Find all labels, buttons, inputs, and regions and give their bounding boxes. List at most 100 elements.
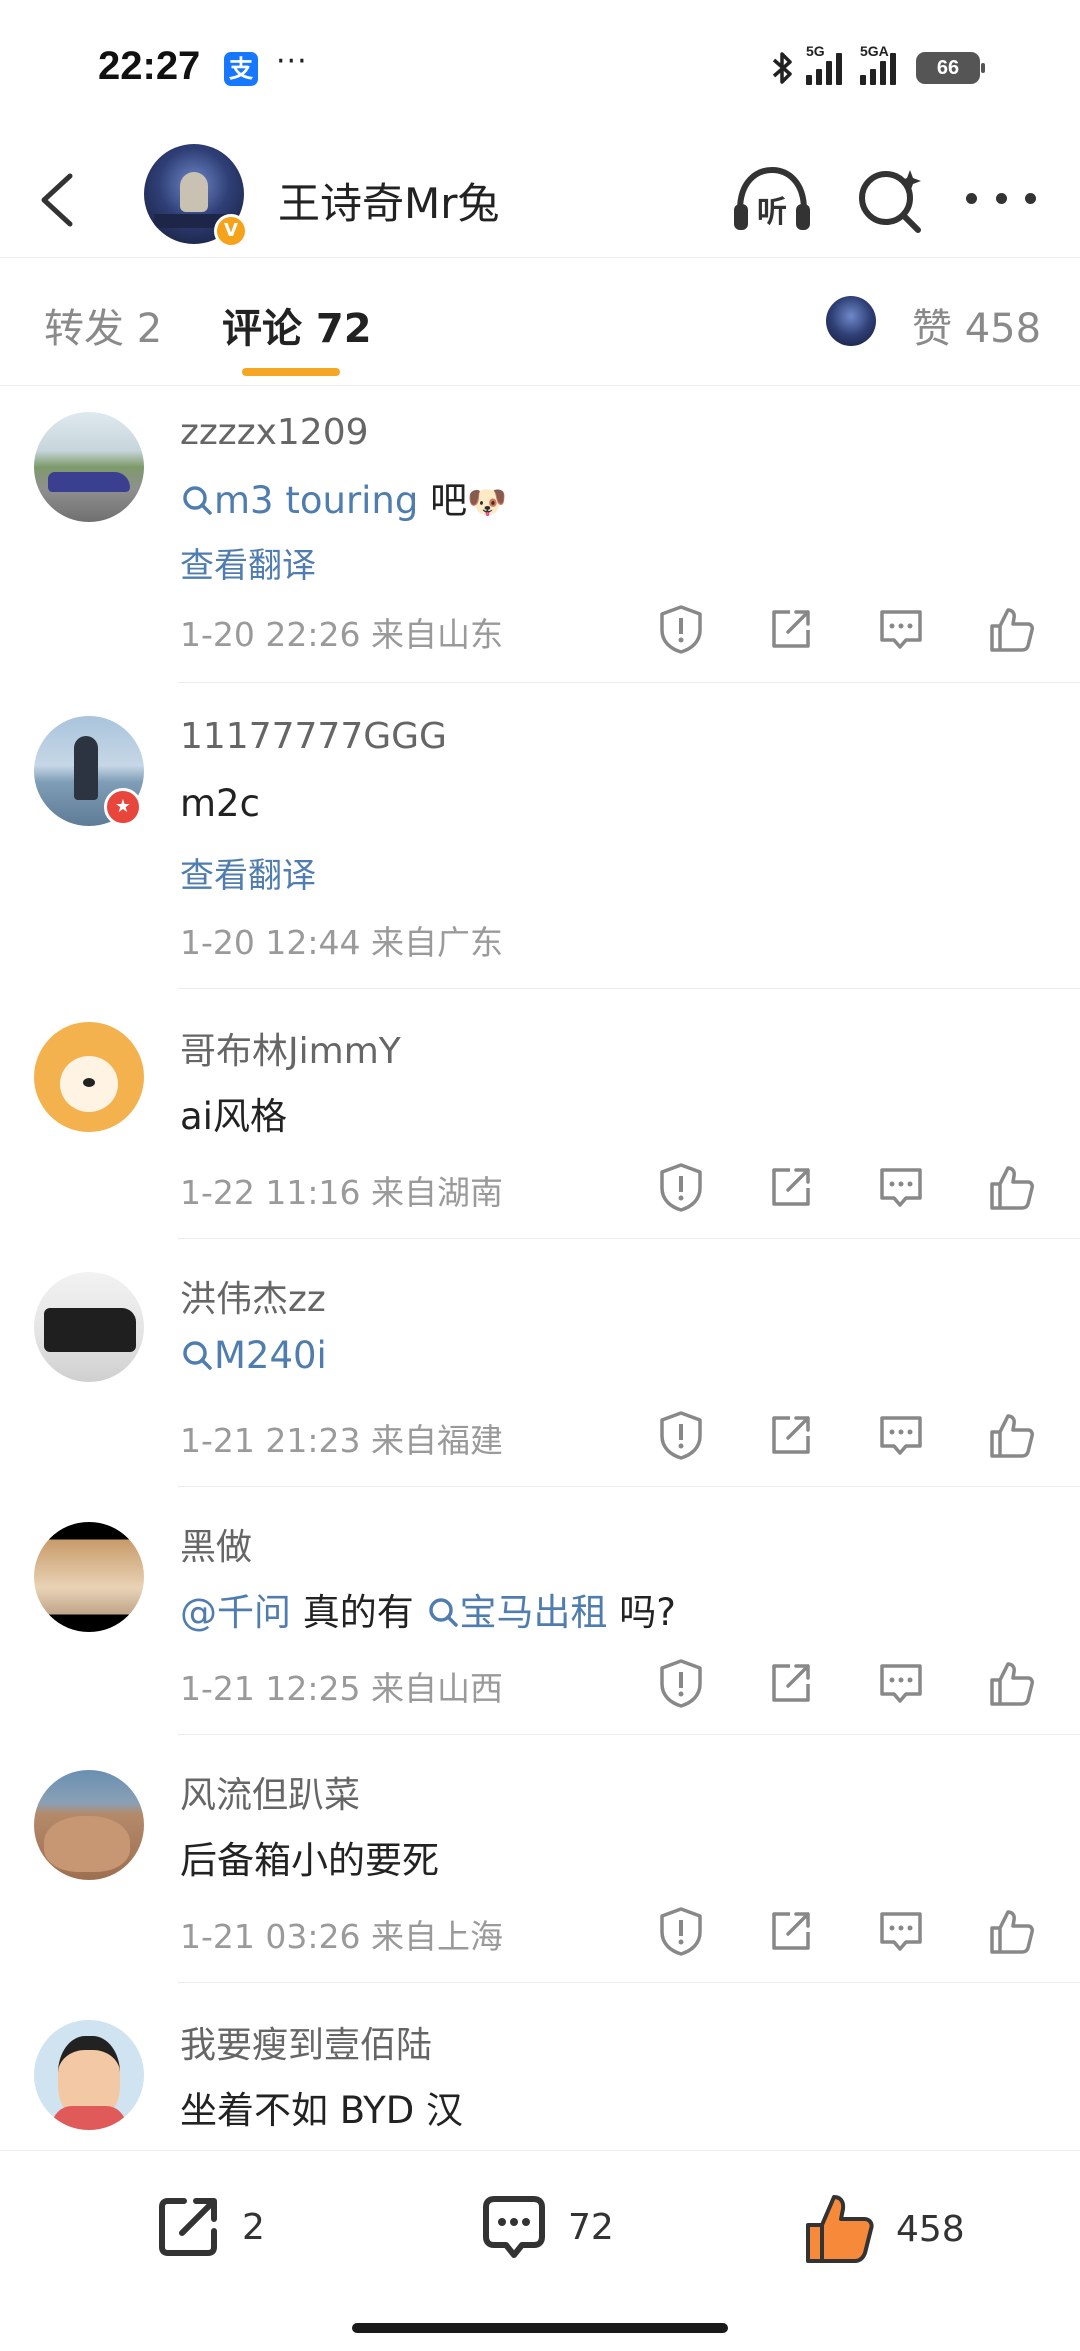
commenter-name[interactable]: 哥布林JimmY [180,1022,401,1074]
topic-search-icon [183,1341,212,1370]
share-icon[interactable] [764,1656,818,1710]
like-filled-icon [806,2195,874,2263]
tab-bar: 转发 2 评论 72 赞 458 [0,258,1080,386]
tab-comments[interactable]: 评论 72 [222,296,372,354]
commenter-avatar[interactable] [34,2020,144,2130]
topic-link[interactable]: m3 touring [214,479,418,522]
report-shield-icon[interactable] [654,1656,708,1710]
comment-item: 我要瘦到壹佰陆 坐着不如 BYD 汉 [0,1984,1080,2150]
tab-repost[interactable]: 转发 2 [44,296,162,354]
translate-link[interactable]: 查看翻译 [180,538,316,587]
comment-actions [654,1656,1038,1710]
verified-badge: V [214,214,248,248]
comment-item: 11177777GGG m2c 查看翻译 1-20 12:44 来自广东 [0,686,1080,992]
commenter-avatar[interactable] [34,1770,144,1880]
comment-meta: 1-20 22:26 来自山东 [180,615,503,654]
status-bar: 22:27 支 ··· 5G 5GA 66 [0,0,1080,140]
comment-item: 风流但趴菜 后备箱小的要死 1-21 03:26 来自上海 [0,1736,1080,1984]
search-icon[interactable] [852,162,926,236]
comment-actions [654,602,1038,656]
reply-icon[interactable] [874,602,928,656]
topic-search-icon [183,486,212,515]
reply-icon[interactable] [874,1656,928,1710]
topic-link[interactable]: 宝马出租 [460,1591,608,1634]
commenter-name[interactable]: 11177777GGG [180,716,447,757]
like-icon[interactable] [984,1408,1038,1462]
author-name[interactable]: 王诗奇Mr兔 [278,170,500,231]
repost-button[interactable]: 2 [150,2189,265,2265]
more-options-icon[interactable] [966,188,1036,208]
repost-icon [159,2198,217,2256]
clock: 22:27 [98,44,201,88]
tab-likes[interactable]: 赞 458 [912,296,1041,354]
like-icon[interactable] [984,602,1038,656]
comment-text: 后备箱小的要死 [180,1839,439,1882]
topic-link[interactable]: M240i [214,1334,327,1377]
comment-actions [654,1408,1038,1462]
report-shield-icon[interactable] [654,1408,708,1462]
bluetooth-icon [772,52,792,84]
report-shield-icon[interactable] [654,602,708,656]
like-icon[interactable] [984,1904,1038,1958]
comment-item: 哥布林JimmY ai风格 1-22 11:16 来自湖南 [0,992,1080,1240]
translate-link[interactable]: 查看翻译 [180,848,316,897]
listen-headphones-icon[interactable]: 听 [730,164,814,236]
comment-actions [654,1160,1038,1214]
comment-meta: 1-21 21:23 来自福建 [180,1421,503,1460]
comment-actions [654,1904,1038,1958]
reply-icon[interactable] [874,1160,928,1214]
share-icon[interactable] [764,1408,818,1462]
reply-icon[interactable] [874,1408,928,1462]
topic-search-icon [428,1598,458,1627]
commenter-name[interactable]: 风流但趴菜 [180,1766,360,1818]
comment-bubble-icon [483,2196,545,2258]
divider [178,1486,1080,1487]
commenter-name[interactable]: zzzzx1209 [180,412,369,453]
top-nav: V 王诗奇Mr兔 听 [0,140,1080,258]
comment-text: M240i [180,1334,327,1377]
comment-item: zzzzx1209 m3 touring 吧🐶 查看翻译 1-20 22:26 … [0,386,1080,686]
comment-meta: 1-22 11:16 来自湖南 [180,1173,503,1212]
repost-count: 2 [242,2206,265,2248]
commenter-avatar[interactable] [34,1272,144,1382]
commenter-name[interactable]: 黑做 [180,1518,252,1570]
comment-text: m2c [180,782,260,825]
report-shield-icon[interactable] [654,1160,708,1214]
comment-text-suffix: 吧 [418,479,468,522]
divider [178,988,1080,989]
signal-5ga-icon: 5GA [860,43,896,85]
comment-text: m3 touring 吧🐶 [180,470,507,524]
divider [178,1982,1080,1983]
back-arrow-icon[interactable] [34,170,82,230]
divider [178,1734,1080,1735]
share-icon[interactable] [764,1904,818,1958]
divider [178,682,1080,683]
commenter-avatar[interactable] [34,1522,144,1632]
commenter-avatar[interactable] [34,1022,144,1132]
signal-5g-icon: 5G [806,43,842,85]
like-button[interactable]: 458 [800,2189,965,2269]
home-indicator[interactable] [352,2323,728,2333]
comment-text: ai风格 [180,1095,287,1138]
divider [178,1238,1080,1239]
report-shield-icon[interactable] [654,1904,708,1958]
commenter-name[interactable]: 我要瘦到壹佰陆 [180,2016,432,2068]
like-icon[interactable] [984,1656,1038,1710]
status-icons: 5G 5GA 66 [770,43,985,90]
active-tab-indicator [242,368,340,376]
doge-emoji: 🐶 [467,483,507,521]
comment-count: 72 [568,2206,614,2248]
commenter-name[interactable]: 洪伟杰zz [180,1270,326,1322]
battery-icon: 66 [916,52,985,84]
more-notifications-icon: ··· [276,44,308,79]
like-icon[interactable] [984,1160,1038,1214]
share-icon[interactable] [764,602,818,656]
commenter-avatar[interactable] [34,412,144,522]
share-icon[interactable] [764,1160,818,1214]
mention-link[interactable]: @千问 [180,1591,291,1634]
author-avatar[interactable]: V [144,144,248,248]
comment-button[interactable]: 72 [476,2189,614,2265]
comment-meta: 1-20 12:44 来自广东 [180,923,503,962]
reply-icon[interactable] [874,1904,928,1958]
listen-label: 听 [757,195,787,230]
